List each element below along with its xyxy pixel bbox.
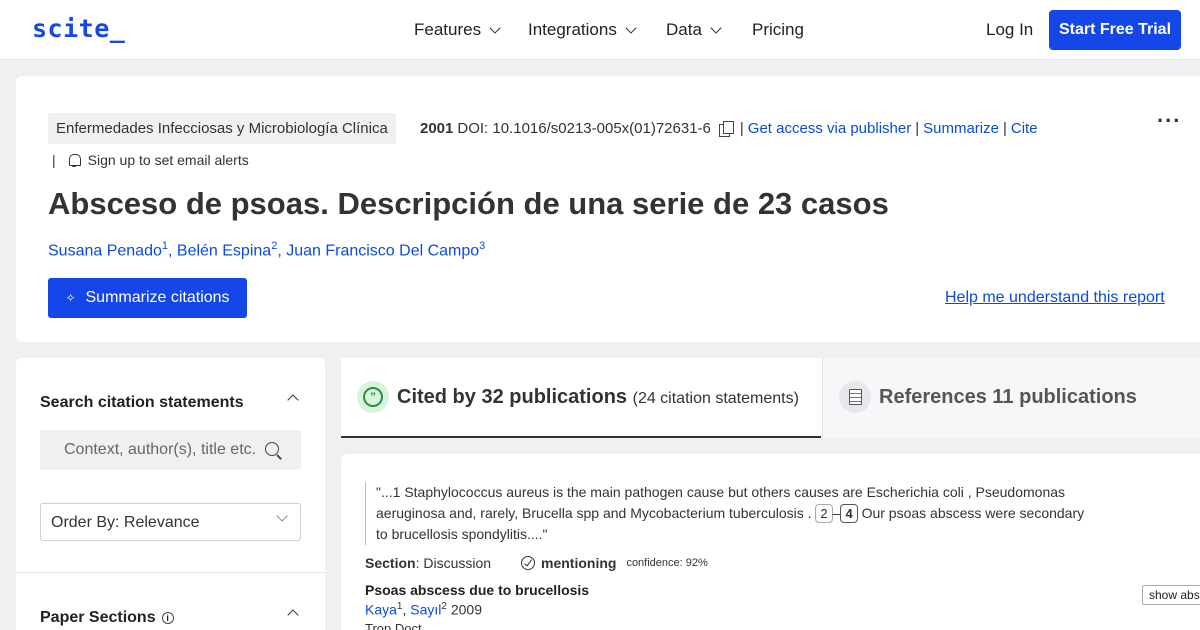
citation-statement-card: "...1 Staphylococcus aureus is the main …	[341, 454, 1200, 630]
citing-paper-authors: Kaya1, Sayıl2 2009	[365, 601, 482, 618]
reference-number[interactable]: 4	[840, 504, 858, 523]
citation-section: Section: Discussion	[365, 555, 492, 571]
journal-name[interactable]: Enfermedades Infecciosas y Microbiología…	[48, 113, 396, 144]
get-access-link[interactable]: Get access via publisher	[748, 120, 911, 137]
summarize-citations-button[interactable]: ✧ Summarize citations	[48, 278, 247, 318]
cite-link[interactable]: Cite	[1011, 120, 1038, 137]
chevron-down-icon	[276, 510, 288, 522]
show-abstract-button[interactable]: show abstract	[1142, 585, 1200, 605]
bell-icon	[68, 153, 81, 167]
chevron-up-icon[interactable]	[287, 394, 299, 406]
search-icon[interactable]	[265, 442, 279, 456]
author-link[interactable]: Juan Francisco Del Campo	[286, 242, 479, 259]
nav-integrations[interactable]: Integrations	[528, 20, 637, 40]
email-alerts[interactable]: | Sign up to set email alerts	[52, 152, 249, 168]
help-understand-link[interactable]: Help me understand this report	[945, 289, 1165, 307]
citation-type: mentioning confidence: 92%	[521, 555, 708, 571]
summarize-link[interactable]: Summarize	[923, 120, 999, 137]
scite-logo[interactable]: scite_	[32, 14, 125, 43]
paper-year: 2001	[420, 120, 454, 137]
citation-tabs: ” Cited by 32 publications (24 citation …	[341, 358, 1200, 438]
top-nav: scite_ Features Integrations Data Pricin…	[0, 0, 1200, 60]
author-list: Susana Penado1, Belén Espina2, Juan Fran…	[48, 240, 486, 260]
search-box	[40, 430, 301, 470]
quote-bubble-icon: ”	[357, 381, 389, 413]
more-options-icon[interactable]: ...	[1157, 102, 1181, 128]
paper-header-card: Enfermedades Infecciosas y Microbiología…	[16, 76, 1200, 342]
sparkle-icon: ✧	[65, 291, 76, 305]
reference-number[interactable]: 2	[815, 504, 833, 523]
paper-doi: DOI: 10.1016/s0213-005x(01)72631-6	[457, 120, 711, 137]
tab-references[interactable]: References 11 publications	[822, 358, 1200, 438]
start-free-trial-button[interactable]: Start Free Trial	[1049, 10, 1181, 50]
divider	[16, 572, 325, 573]
chevron-down-icon	[489, 22, 501, 34]
copy-icon[interactable]	[718, 121, 734, 137]
login-link[interactable]: Log In	[986, 20, 1033, 40]
search-citations-heading: Search citation statements	[40, 394, 244, 411]
chevron-down-icon	[625, 22, 637, 34]
search-input[interactable]	[40, 430, 260, 470]
author-link[interactable]: Sayıl	[410, 602, 441, 618]
author-link[interactable]: Kaya	[365, 602, 397, 618]
author-link[interactable]: Susana Penado	[48, 242, 162, 259]
citation-quote: "...1 Staphylococcus aureus is the main …	[365, 482, 1095, 545]
citing-paper-title[interactable]: Psoas abscess due to brucellosis	[365, 582, 589, 598]
tab-cited-by[interactable]: ” Cited by 32 publications (24 citation …	[341, 358, 821, 438]
chevron-down-icon	[710, 22, 722, 34]
filter-sidebar: Search citation statements Order By: Rel…	[16, 358, 325, 630]
paper-sections-heading: Paper Sections i	[40, 609, 174, 627]
order-by-select[interactable]: Order By: Relevance	[40, 503, 301, 541]
info-icon[interactable]: i	[161, 612, 174, 624]
nav-data[interactable]: Data	[666, 20, 722, 40]
paper-title: Absceso de psoas. Descripción de una ser…	[48, 186, 889, 221]
citing-paper-journal: Trop Doct	[365, 621, 422, 630]
check-circle-icon	[521, 556, 535, 570]
nav-features[interactable]: Features	[414, 20, 501, 40]
author-link[interactable]: Belén Espina	[177, 242, 271, 259]
chevron-up-icon[interactable]	[287, 609, 299, 621]
nav-pricing[interactable]: Pricing	[752, 20, 804, 40]
paper-meta: 2001 DOI: 10.1016/s0213-005x(01)72631-6 …	[420, 120, 1038, 137]
document-icon	[839, 381, 871, 413]
